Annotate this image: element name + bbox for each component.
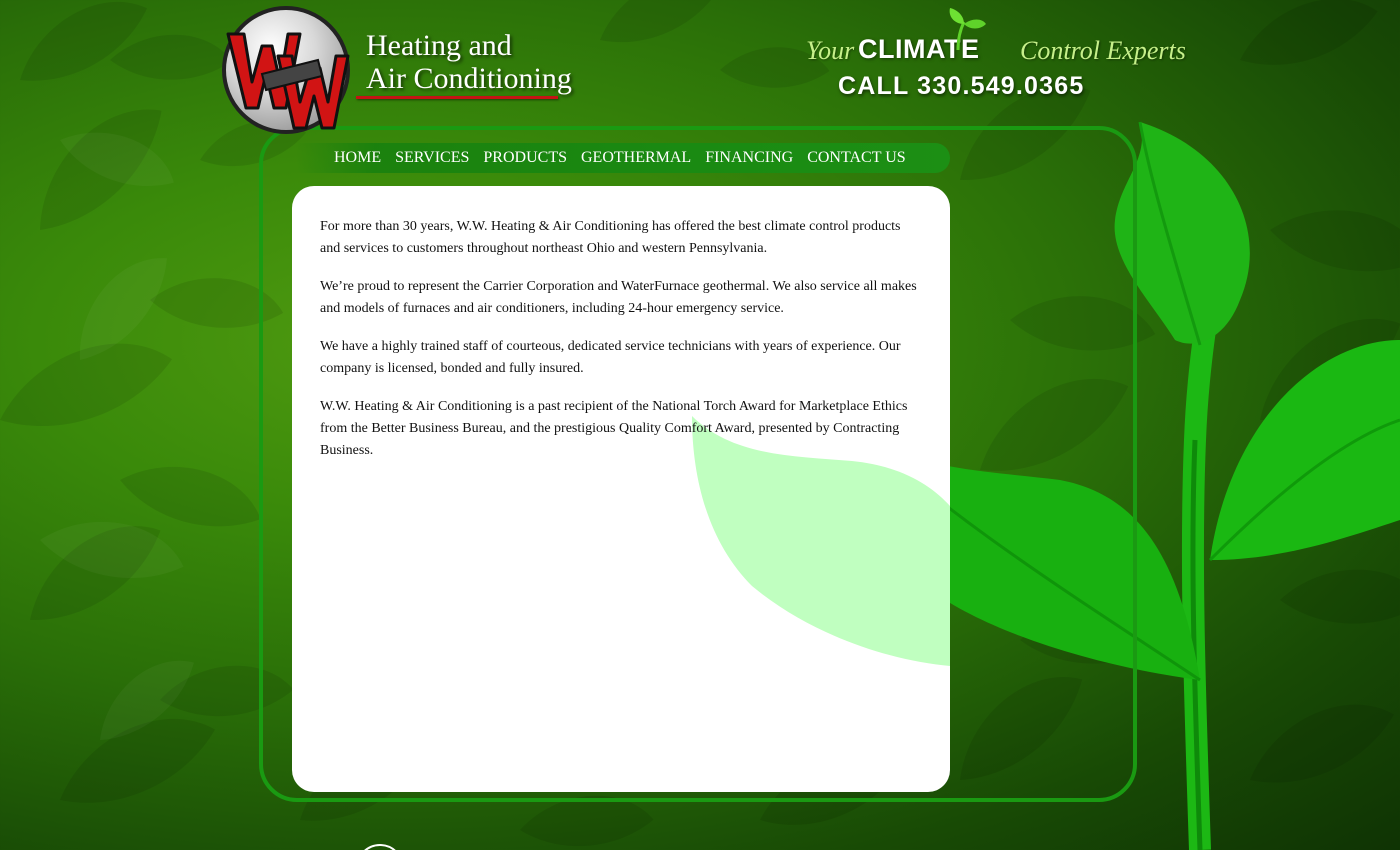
tagline-control-experts: Control Experts [1020, 36, 1186, 65]
phone-number[interactable]: CALL 330.549.0365 [838, 72, 1084, 101]
content-paragraph: W.W. Heating & Air Conditioning is a pas… [320, 399, 908, 458]
nav-home[interactable]: HOME [334, 148, 381, 168]
tagline-your: Your [806, 36, 855, 65]
content-paragraph: We’re proud to represent the Carrier Cor… [320, 279, 917, 316]
nav-services[interactable]: SERVICES [395, 148, 469, 168]
nav-contact-us[interactable]: CONTACT US [807, 148, 905, 168]
logo-underline [356, 96, 558, 99]
sprout-icon [949, 8, 986, 50]
logo-name-line1: Heating and [366, 29, 512, 62]
nav-products[interactable]: PRODUCTS [483, 148, 567, 168]
company-logo[interactable]: Heating and Air Conditioning [218, 4, 588, 139]
main-nav: HOME SERVICES PRODUCTS GEOTHERMAL FINANC… [334, 148, 920, 168]
nav-geothermal[interactable]: GEOTHERMAL [581, 148, 691, 168]
content-paragraph: We have a highly trained staff of courte… [320, 339, 901, 376]
logo-name-line2: Air Conditioning [366, 62, 572, 95]
logo-ww-mark [226, 32, 350, 130]
tagline: Your CLIMATE Control Experts [806, 28, 1186, 74]
nav-financing[interactable]: FINANCING [705, 148, 793, 168]
content-paragraph: For more than 30 years, W.W. Heating & A… [320, 219, 901, 256]
main-content-panel: For more than 30 years, W.W. Heating & A… [292, 186, 950, 792]
content-text: For more than 30 years, W.W. Heating & A… [292, 186, 950, 462]
